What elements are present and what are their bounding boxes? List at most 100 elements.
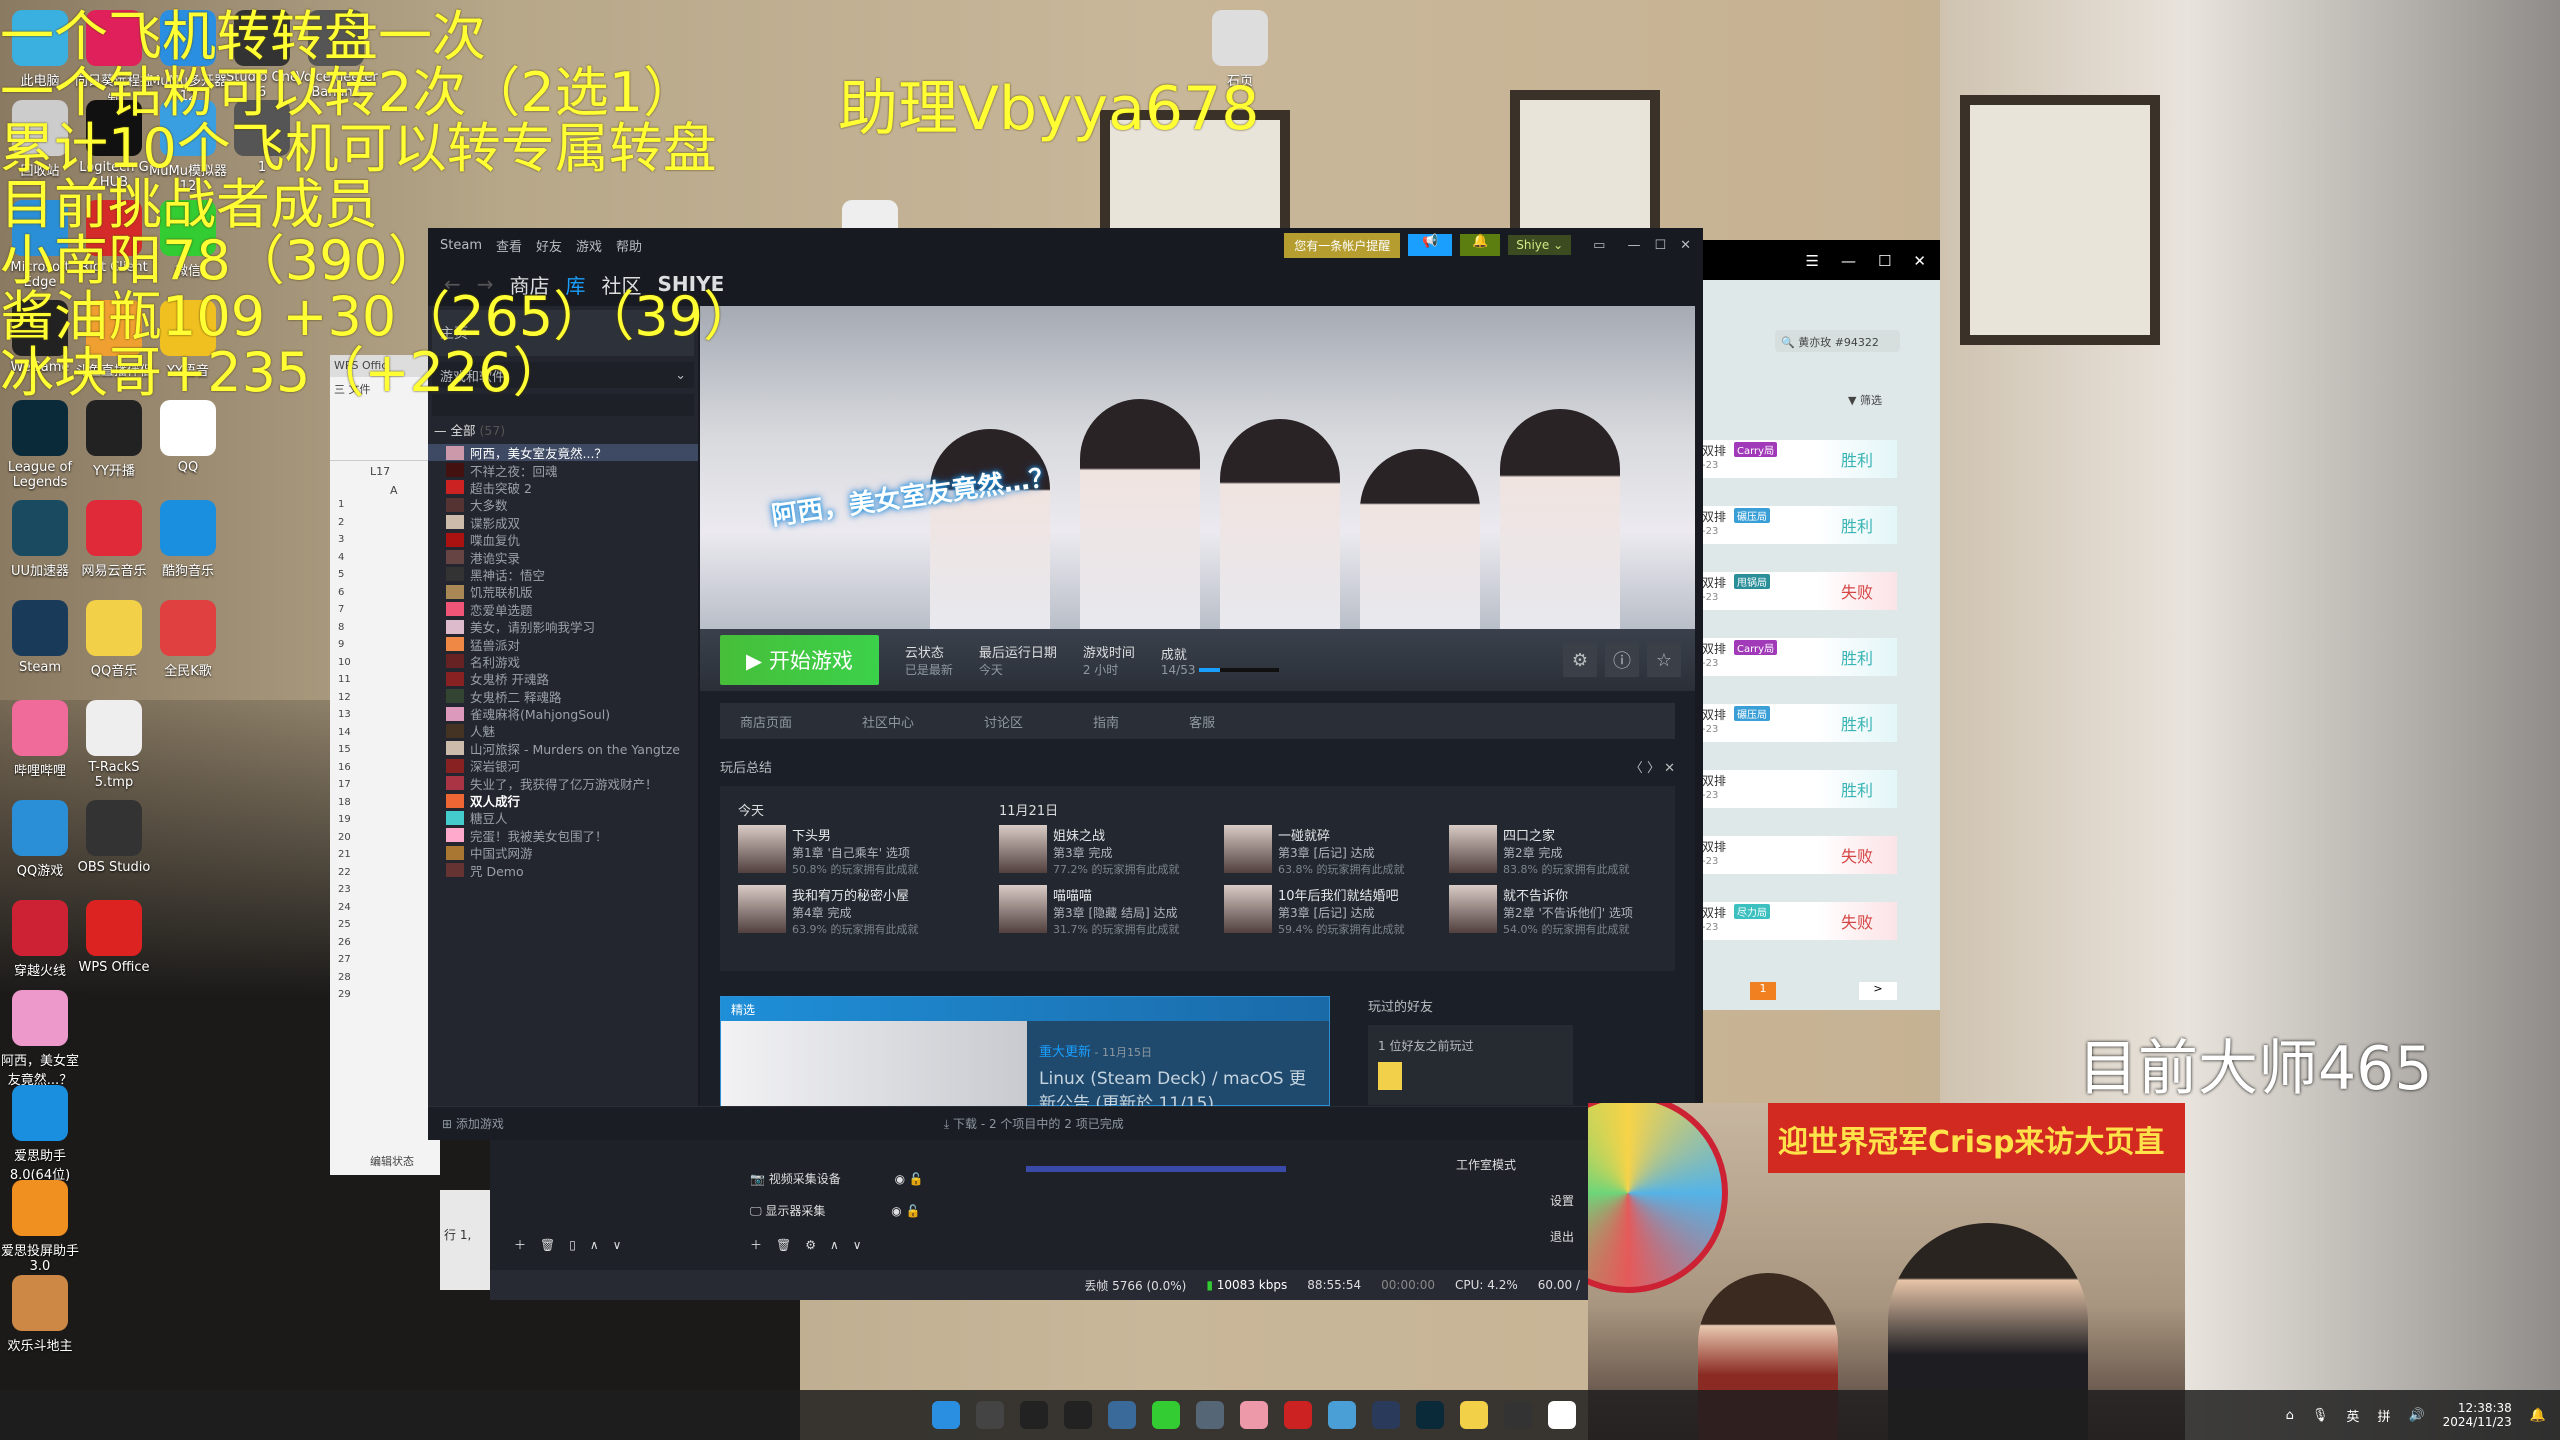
close-icon[interactable]: ✕ xyxy=(1913,252,1926,270)
desktop-icon[interactable]: 爱思助手 8.0(64位) xyxy=(0,1085,80,1183)
desktop-icon[interactable]: 哔哩哔哩 xyxy=(0,700,80,779)
wechat-icon[interactable] xyxy=(1152,1401,1180,1429)
game-list-item[interactable]: 人魅 xyxy=(428,722,698,739)
game-list-item[interactable]: 失业了，我获得了亿万游戏财产！ xyxy=(428,774,698,792)
qq-icon[interactable] xyxy=(1548,1401,1576,1429)
desktop-icon[interactable]: QQ音乐 xyxy=(74,600,154,679)
friend-avatar[interactable] xyxy=(1378,1062,1402,1090)
achievement-item[interactable]: 姐妹之战 第3章 完成 77.2% 的玩家拥有此成就 xyxy=(999,825,1224,877)
add-game-button[interactable]: ⊞ 添加游戏 xyxy=(442,1115,504,1132)
game-list-item[interactable]: 猛兽派对 xyxy=(428,635,698,653)
desktop-icon[interactable]: Riot Client xyxy=(74,200,154,275)
nav-profile[interactable]: SHIYE xyxy=(658,272,725,296)
page-button[interactable]: 1 xyxy=(1750,982,1776,1000)
filter-button[interactable]: ▼ 筛选 xyxy=(1848,392,1882,408)
maximize-icon[interactable]: ☐ xyxy=(1654,238,1666,253)
match-row[interactable]: 双排 Carry局 -23 胜利 xyxy=(1702,638,1897,676)
desktop-icon[interactable]: MuMu多开器12 xyxy=(148,10,228,104)
start-icon[interactable] xyxy=(932,1401,960,1429)
maximize-icon[interactable]: ☐ xyxy=(1878,252,1891,270)
game-list-item[interactable]: 女鬼桥二 释魂路 xyxy=(428,687,698,705)
source-item[interactable]: 🖵 显示器采集 ◉ 🔓 xyxy=(750,1202,921,1219)
steam-alt-icon[interactable] xyxy=(1108,1401,1136,1429)
close-icon[interactable]: ✕ xyxy=(1664,761,1675,776)
game-list-item[interactable]: 不祥之夜：回魂 xyxy=(428,461,698,479)
game-list-item[interactable]: 山河旅探 - Murders on the Yangtze xyxy=(428,740,698,757)
match-row[interactable]: 双排 Carry局 -23 胜利 xyxy=(1702,440,1897,478)
settings-button[interactable]: 设置 xyxy=(1550,1192,1574,1209)
game-list-item[interactable]: 糖豆人 xyxy=(428,809,698,826)
steam-menu-games[interactable]: 游戏 xyxy=(576,236,602,255)
desktop-icon[interactable]: 穿越火线 xyxy=(0,900,80,979)
notification-icon[interactable]: 🔔 xyxy=(2530,1408,2546,1423)
game-list-item[interactable]: 阿西，美女室友竟然...？ xyxy=(428,444,698,462)
minimize-icon[interactable]: — xyxy=(1627,238,1640,253)
game-list-item[interactable]: 美女，请别影响我学习 xyxy=(428,618,698,635)
home-button[interactable]: 主页 xyxy=(432,310,694,356)
match-row[interactable]: 双排 -23 胜利 xyxy=(1702,770,1897,808)
achievement-item[interactable]: 下头男 第1章 '自己乘车' 选项 50.8% 的玩家拥有此成就 xyxy=(738,825,963,877)
achievement-item[interactable]: 就不告诉你 第2章 '不告诉他们' 选项 54.0% 的玩家拥有此成就 xyxy=(1449,885,1674,937)
clock[interactable]: 12:38:38 2024/11/23 xyxy=(2443,1401,2512,1429)
next-icon[interactable]: 〉 xyxy=(1647,761,1660,776)
visibility-eye-icon[interactable]: ◉ xyxy=(891,1204,901,1218)
desktop-icon[interactable]: UU加速器 xyxy=(0,500,80,579)
search-icon[interactable] xyxy=(976,1401,1004,1429)
desktop-icon[interactable]: 石页 xyxy=(1200,10,1280,89)
obs-icon[interactable] xyxy=(1064,1401,1092,1429)
all-games-header[interactable]: — 全部 (57) xyxy=(428,420,698,438)
steam-icon[interactable] xyxy=(1372,1401,1400,1429)
calculator-icon[interactable] xyxy=(1196,1401,1224,1429)
achievement-item[interactable]: 喵喵喵 第3章 [隐藏 结局] 达成 31.7% 的玩家拥有此成就 xyxy=(999,885,1224,937)
info-icon[interactable]: ⓘ xyxy=(1605,643,1639,677)
player-search[interactable]: 🔍 黄亦玫 #94322 xyxy=(1775,330,1900,352)
desktop-icon[interactable]: Microsoft Edge xyxy=(0,200,80,290)
desktop-icon[interactable]: Voicemeeter Banana xyxy=(296,10,378,100)
game-list-item[interactable]: 咒 Demo xyxy=(428,861,698,879)
game-list-item[interactable]: 喋血复仇 xyxy=(428,531,698,548)
desktop-icon[interactable]: 斗鱼直播伴侣 xyxy=(74,300,154,379)
game-list-item[interactable]: 双人成行 xyxy=(428,792,698,809)
desktop-icon[interactable]: YY开播 xyxy=(74,400,154,479)
match-row[interactable]: 双排 碾压局 -23 胜利 xyxy=(1702,704,1897,742)
studio-mode-button[interactable]: 工作室模式 xyxy=(1456,1156,1516,1173)
qqmusic-icon[interactable] xyxy=(1460,1401,1488,1429)
achievement-item[interactable]: 四口之家 第2章 完成 83.8% 的玩家拥有此成就 xyxy=(1449,825,1674,877)
desktop-icon[interactable]: 回收站 xyxy=(0,100,80,179)
desktop-icon[interactable]: 向日葵远程控制 xyxy=(74,10,154,108)
notification-bell-icon[interactable]: 🔔 xyxy=(1460,234,1501,256)
volume-icon[interactable]: 🔊 xyxy=(2408,1408,2424,1423)
achievement-item[interactable]: 我和宥万的秘密小屋 第4章 完成 63.9% 的玩家拥有此成就 xyxy=(738,885,963,937)
achievements[interactable]: 成就 14/53 xyxy=(1161,644,1280,677)
big-picture-icon[interactable]: ▭ xyxy=(1593,238,1605,253)
tab-4[interactable]: 客服 xyxy=(1189,712,1215,731)
user-menu[interactable]: Shiye ⌄ xyxy=(1508,235,1572,255)
desktop-icon[interactable]: MuMu模拟器12 xyxy=(148,100,228,194)
back-icon[interactable]: ← xyxy=(444,272,461,296)
game-list-item[interactable]: 饥荒联机版 xyxy=(428,583,698,600)
library-search-input[interactable] xyxy=(432,394,694,416)
forward-icon[interactable]: → xyxy=(477,272,494,296)
exit-button[interactable]: 退出 xyxy=(1550,1228,1574,1245)
menu-icon[interactable]: ☰ xyxy=(1806,252,1819,270)
desktop-icon[interactable]: 微信 xyxy=(148,200,228,279)
prev-icon[interactable]: 〈 xyxy=(1630,761,1643,776)
tab-2[interactable]: 讨论区 xyxy=(984,712,1023,731)
game-list-item[interactable]: 超击突破 2 xyxy=(428,479,698,496)
announcement-icon[interactable]: 📢 xyxy=(1408,234,1453,256)
match-row[interactable]: 双排 -23 失败 xyxy=(1702,836,1897,874)
mic-icon[interactable]: 🎙 xyxy=(2312,1408,2329,1423)
steam-menu-help[interactable]: 帮助 xyxy=(616,236,642,255)
desktop-icon[interactable]: 此电脑 xyxy=(0,10,80,89)
downloads-button[interactable]: ⤓ 下载 - 2 个项目中的 2 项已完成 xyxy=(944,1115,1124,1132)
nav-community[interactable]: 社区 xyxy=(602,270,642,299)
wps-file-menu[interactable]: 三 文件 xyxy=(330,377,440,401)
game-list-item[interactable]: 完蛋！我被美女包围了！ xyxy=(428,827,698,844)
lol-icon[interactable] xyxy=(1416,1401,1444,1429)
source-item[interactable]: 📷 视频采集设备 ◉ 🔓 xyxy=(750,1170,924,1187)
desktop-icon[interactable]: 阿西，美女室友竟然...？ xyxy=(0,990,80,1088)
browser-icon[interactable] xyxy=(1240,1401,1268,1429)
desktop-icon[interactable]: 酷狗音乐 xyxy=(148,500,228,579)
close-icon[interactable]: ✕ xyxy=(1680,238,1691,253)
steam-menu-view[interactable]: 查看 xyxy=(496,236,522,255)
